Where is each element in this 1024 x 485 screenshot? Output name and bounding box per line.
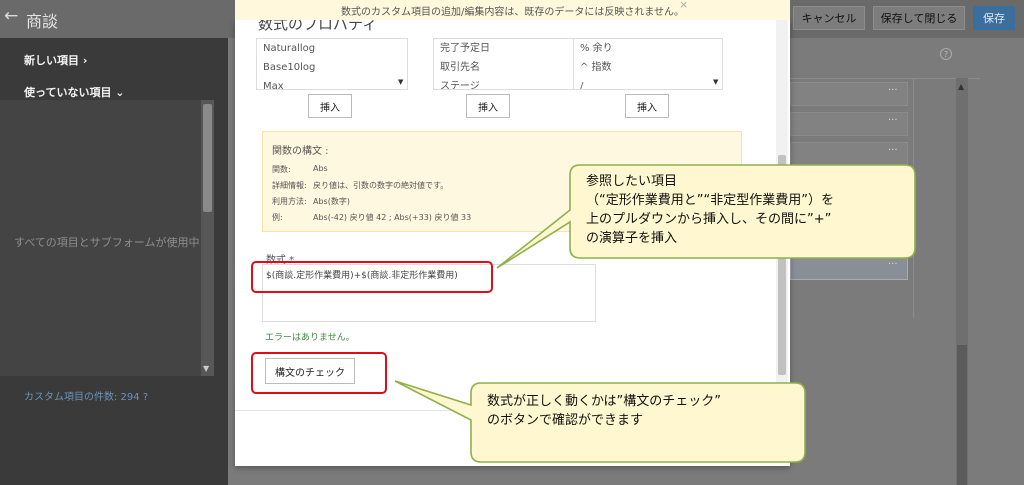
callout-line: 参照したい項目 [586, 174, 678, 189]
callout-1-text: 参照したい項目 （“定形作業費用と”“非定型作業費用”）を 上のプルダウンから挿… [586, 172, 916, 248]
callout-line: のボタンで確認ができます [487, 413, 644, 428]
callout-2-text: 数式が正しく動くかは”構文のチェック” のボタンで確認ができます [487, 392, 807, 430]
callout-line: の演算子を挿入 [586, 231, 678, 246]
callout-line: 数式が正しく動くかは”構文のチェック” [487, 394, 721, 409]
callout-line: 上のプルダウンから挿入し、その間に”+” [586, 212, 832, 227]
callout-line: （“定形作業費用と”“非定型作業費用”）を [586, 193, 834, 208]
